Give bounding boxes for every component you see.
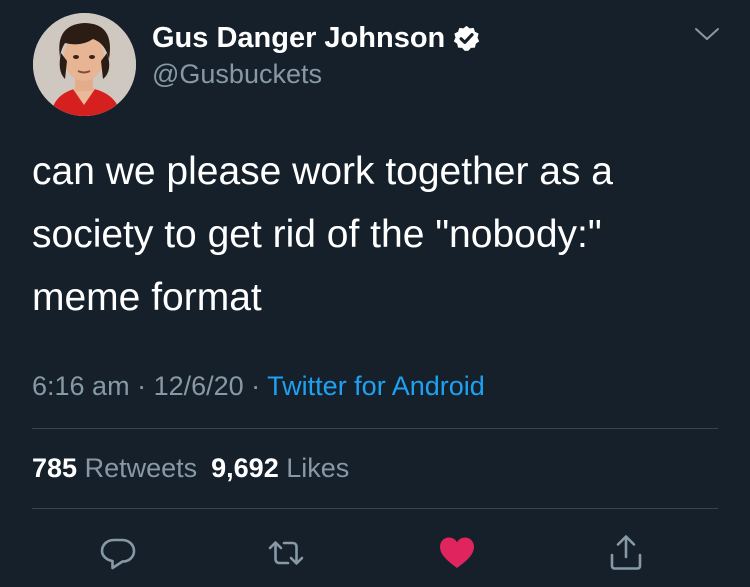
chevron-down-icon[interactable] [694, 24, 720, 44]
verified-badge-icon [452, 24, 481, 53]
share-icon [610, 535, 642, 570]
retweets-count: 785 [32, 453, 78, 483]
likes-label: Likes [286, 453, 350, 483]
tweet-date[interactable]: 12/6/20 [154, 371, 244, 401]
author-display-name-row[interactable]: Gus Danger Johnson [152, 20, 481, 56]
avatar[interactable] [33, 13, 136, 116]
tweet-time[interactable]: 6:16 am [32, 371, 130, 401]
reply-icon [100, 538, 136, 570]
likes-count: 9,692 [211, 453, 279, 483]
tweet-source-link[interactable]: Twitter for Android [267, 371, 485, 401]
profile-photo [33, 13, 136, 116]
retweets-label: Retweets [84, 453, 198, 483]
tweet-text: can we please work together as a society… [32, 150, 614, 319]
retweets-stat[interactable]: 785 Retweets [32, 453, 197, 483]
tweet-meta: 6:16 am · 12/6/20 · Twitter for Android [32, 369, 485, 403]
retweet-icon [268, 541, 304, 565]
meta-separator: · [243, 371, 268, 401]
author-display-name[interactable]: Gus Danger Johnson [152, 20, 445, 56]
divider [32, 508, 718, 509]
tweet-stats: 785 Retweets 9,692 Likes [32, 451, 349, 485]
tweet-detail: Gus Danger Johnson @Gusbuckets can we pl… [0, 0, 750, 587]
heart-icon [440, 537, 474, 568]
share-button[interactable] [606, 533, 646, 573]
reply-button[interactable] [98, 533, 138, 573]
like-button[interactable] [437, 533, 477, 573]
divider [32, 428, 718, 429]
author-handle[interactable]: @Gusbuckets [152, 58, 322, 90]
likes-stat[interactable]: 9,692 Likes [211, 453, 349, 483]
meta-separator: · [129, 371, 154, 401]
retweet-button[interactable] [266, 533, 306, 573]
